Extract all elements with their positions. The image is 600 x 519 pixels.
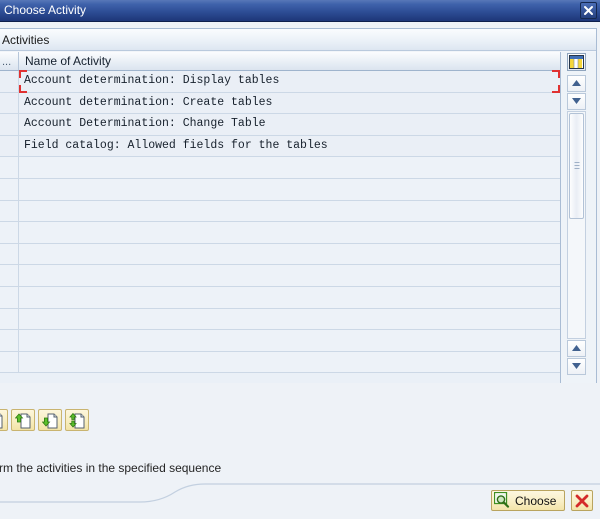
row-selector-cell[interactable] — [0, 92, 19, 114]
column-header-selector[interactable]: ... — [0, 52, 19, 70]
row-selector-cell[interactable] — [0, 135, 19, 157]
activities-grid: ... Name of Activity Account determinati… — [0, 52, 561, 383]
table-row-empty[interactable] — [0, 330, 560, 352]
row-selector-cell[interactable] — [0, 114, 19, 135]
row-selector-cell[interactable] — [0, 157, 19, 178]
table-header-row: ... Name of Activity — [0, 52, 560, 71]
dialog-title-bar: Choose Activity — [0, 0, 600, 22]
scroll-up-icon[interactable] — [567, 340, 586, 357]
row-selector-cell[interactable] — [0, 351, 19, 373]
table-row-empty[interactable] — [0, 265, 560, 287]
table-row-empty[interactable] — [0, 351, 560, 374]
activity-toolbar — [0, 409, 89, 431]
row-activity-name[interactable]: Account Determination: Change Table — [19, 114, 560, 135]
scroll-up-icon[interactable] — [567, 75, 586, 92]
table-row-empty[interactable] — [0, 178, 560, 201]
close-icon[interactable] — [580, 2, 597, 19]
row-selector-cell[interactable] — [0, 222, 19, 243]
row-selector-cell[interactable] — [0, 243, 19, 265]
row-selector-cell[interactable] — [0, 200, 19, 222]
document-up-button[interactable] — [11, 409, 35, 431]
cancel-x-icon — [575, 494, 589, 508]
table-row-empty[interactable] — [0, 222, 560, 244]
table-row[interactable]: Account determination: Create tables — [0, 92, 560, 115]
table-row-empty[interactable] — [0, 200, 560, 223]
row-selector-cell[interactable] — [0, 71, 19, 92]
table-row-empty[interactable] — [0, 308, 560, 331]
row-selector-cell[interactable] — [0, 178, 19, 200]
document-updown-button[interactable] — [65, 409, 89, 431]
row-selector-cell[interactable] — [0, 265, 19, 286]
table-row[interactable]: Account determination: Display tables — [0, 70, 560, 93]
scroll-down-icon[interactable] — [567, 358, 586, 375]
table-row-empty[interactable] — [0, 286, 560, 309]
activities-panel: Activities ... Name of Activity Account … — [0, 28, 597, 383]
table-row-empty[interactable] — [0, 243, 560, 266]
table-row[interactable]: Account Determination: Change Table — [0, 114, 560, 136]
table-row-empty[interactable] — [0, 157, 560, 179]
row-activity-name[interactable]: Field catalog: Allowed fields for the ta… — [19, 136, 560, 157]
activities-panel-header: Activities — [0, 29, 596, 51]
row-selector-cell[interactable] — [0, 286, 19, 308]
choose-activity-dialog: Choose Activity Activities ... Name of A… — [0, 0, 600, 519]
row-activity-name[interactable]: Account determination: Create tables — [19, 93, 560, 114]
cancel-button[interactable] — [571, 490, 593, 511]
table-settings-icon[interactable] — [567, 53, 586, 71]
activities-table: ... Name of Activity Account determinati… — [0, 52, 596, 383]
table-row[interactable]: Field catalog: Allowed fields for the ta… — [0, 135, 560, 158]
choose-button[interactable]: Choose — [491, 490, 566, 511]
row-activity-name[interactable]: Account determination: Display tables — [19, 70, 560, 93]
scroll-down-icon[interactable] — [567, 93, 586, 110]
document-clipped-button[interactable] — [0, 409, 8, 431]
row-selector-cell[interactable] — [0, 308, 19, 330]
table-scroll-strip — [561, 52, 596, 383]
activities-panel-title: Activities — [2, 33, 50, 47]
dialog-title: Choose Activity — [4, 3, 87, 17]
selection-marker — [19, 70, 560, 93]
scrollbar-grip-icon — [574, 162, 579, 170]
sequence-hint-text: rform the activities in the specified se… — [0, 461, 222, 475]
vertical-scrollbar-track[interactable] — [567, 111, 586, 339]
vertical-scrollbar-thumb[interactable] — [569, 113, 584, 219]
row-selector-cell[interactable] — [0, 330, 19, 351]
column-header-name-of-activity[interactable]: Name of Activity — [19, 52, 560, 70]
document-down-button[interactable] — [38, 409, 62, 431]
